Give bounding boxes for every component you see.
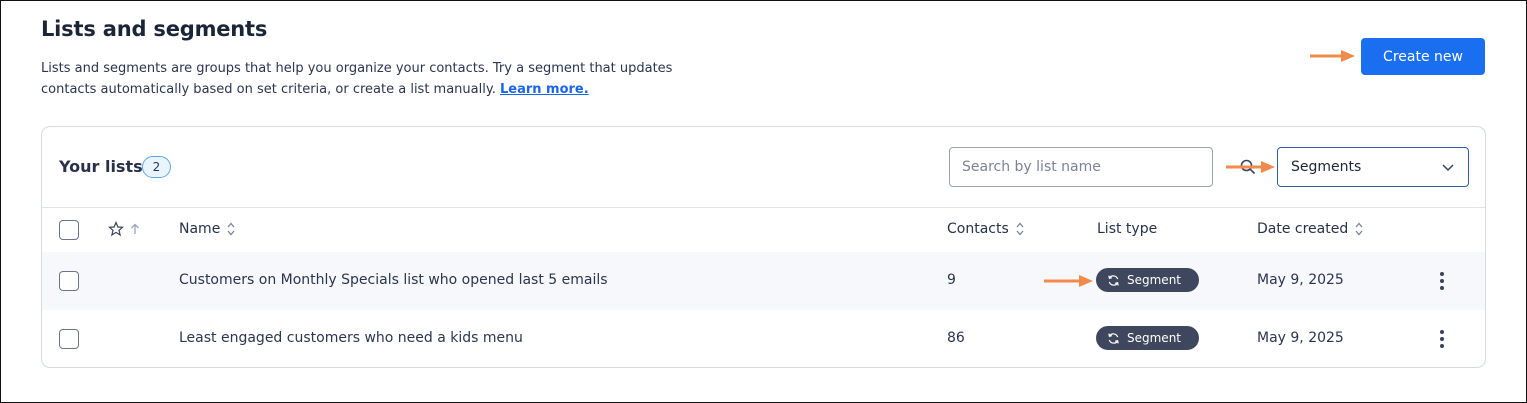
- date-created-column-header[interactable]: Date created: [1257, 221, 1364, 237]
- select-all-checkbox[interactable]: [59, 220, 79, 240]
- card-title: Your lists: [59, 157, 143, 176]
- lists-card: Your lists 2 Segments Name Contacts: [41, 126, 1486, 368]
- kebab-menu-icon[interactable]: [1432, 327, 1452, 351]
- filter-selected-value: Segments: [1291, 159, 1362, 175]
- sort-up-icon: [131, 223, 139, 234]
- sort-icon: [227, 222, 235, 236]
- create-new-button[interactable]: Create new: [1361, 38, 1485, 75]
- sort-icon: [1355, 222, 1363, 236]
- date-created-header-label: Date created: [1257, 221, 1349, 237]
- row-checkbox[interactable]: [59, 329, 79, 349]
- annotation-arrow-icon: [1226, 161, 1275, 173]
- contacts-header-label: Contacts: [947, 221, 1009, 237]
- contacts-count: 9: [947, 272, 956, 288]
- segment-badge: Segment: [1096, 268, 1199, 292]
- date-created: May 9, 2025: [1257, 330, 1344, 346]
- date-created: May 9, 2025: [1257, 272, 1344, 288]
- annotation-arrow-icon: [1310, 50, 1355, 62]
- sort-icon: [1016, 222, 1024, 236]
- annotation-arrow-icon: [1044, 275, 1093, 287]
- contacts-count: 86: [947, 330, 965, 346]
- table-row[interactable]: Least engaged customers who need a kids …: [42, 310, 1485, 367]
- page-description: Lists and segments are groups that help …: [41, 58, 701, 100]
- contacts-column-header[interactable]: Contacts: [947, 221, 1025, 237]
- sync-icon: [1108, 332, 1119, 344]
- name-column-header[interactable]: Name: [179, 221, 236, 237]
- kebab-menu-icon[interactable]: [1432, 269, 1452, 293]
- page-title: Lists and segments: [41, 17, 268, 41]
- name-header-label: Name: [179, 221, 221, 237]
- learn-more-link[interactable]: Learn more.: [500, 82, 589, 97]
- list-name[interactable]: Least engaged customers who need a kids …: [179, 330, 523, 346]
- star-icon: [108, 221, 124, 237]
- sync-icon: [1108, 274, 1119, 286]
- search-input[interactable]: [949, 147, 1213, 187]
- row-checkbox[interactable]: [59, 271, 79, 291]
- segment-badge-label: Segment: [1127, 331, 1181, 345]
- list-type-header-label: List type: [1097, 221, 1158, 237]
- segment-badge-label: Segment: [1127, 273, 1181, 287]
- segment-badge: Segment: [1096, 326, 1199, 350]
- list-type-filter-select[interactable]: Segments: [1277, 147, 1469, 187]
- table-row[interactable]: Customers on Monthly Specials list who o…: [42, 252, 1485, 310]
- list-type-column-header: List type: [1097, 221, 1157, 237]
- favorite-column-header[interactable]: [108, 221, 141, 237]
- list-name[interactable]: Customers on Monthly Specials list who o…: [179, 272, 608, 288]
- card-header-divider: [42, 207, 1485, 208]
- list-count-badge: 2: [142, 156, 171, 178]
- chevron-down-icon: [1442, 164, 1454, 172]
